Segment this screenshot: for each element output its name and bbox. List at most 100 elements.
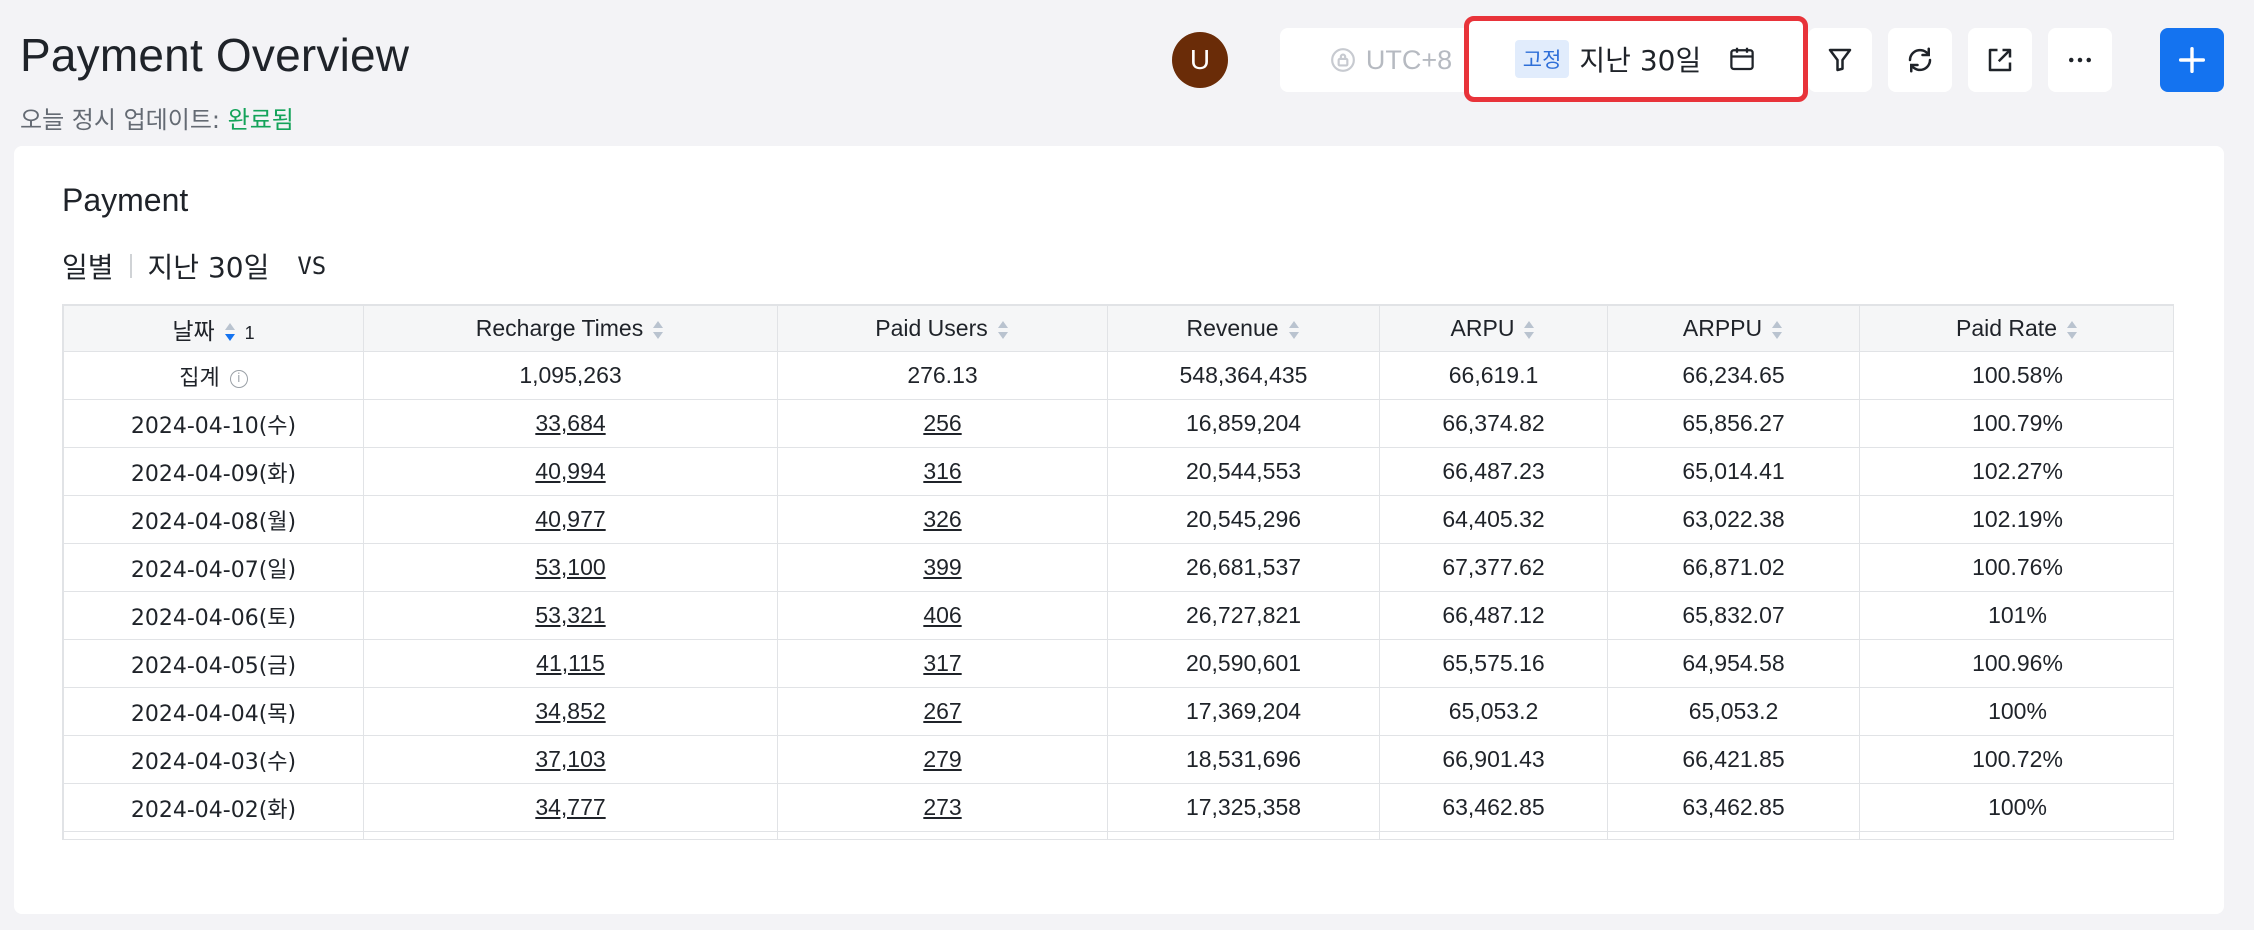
table-cell: 2024-04-02(화) xyxy=(63,783,364,832)
table-cell[interactable]: 326 xyxy=(777,495,1108,544)
cell-value: 66,901.43 xyxy=(1442,746,1545,772)
table-cell[interactable]: 317 xyxy=(777,639,1108,688)
table-cell xyxy=(363,831,778,839)
table-cell[interactable]: 34,852 xyxy=(363,687,778,736)
cell-link[interactable]: 399 xyxy=(923,554,961,580)
table-cell[interactable]: 273 xyxy=(777,783,1108,832)
avatar[interactable]: U xyxy=(1172,32,1228,88)
column-header-label: 날짜 xyxy=(172,317,215,344)
table-cell[interactable]: 316 xyxy=(777,447,1108,496)
payment-table: 날짜 1 Recharge Times Paid Users Revenue ARPU AR… xyxy=(63,305,2173,839)
more-button[interactable] xyxy=(2048,28,2112,92)
cell-value: 65,053.2 xyxy=(1688,698,1779,724)
cell-link[interactable]: 406 xyxy=(923,602,961,628)
cell-link[interactable]: 279 xyxy=(923,746,961,772)
table-cell[interactable]: 406 xyxy=(777,591,1108,640)
cell-link[interactable]: 37,103 xyxy=(535,746,605,772)
table-cell: 16,859,204 xyxy=(1107,399,1380,448)
cell-link[interactable]: 273 xyxy=(923,794,961,820)
table-cell[interactable]: 279 xyxy=(777,735,1108,784)
cell-link[interactable]: 41,115 xyxy=(536,650,605,676)
cell-value: 집계 xyxy=(179,365,220,391)
cell-link[interactable]: 256 xyxy=(923,410,961,436)
table-cell: 66,871.02 xyxy=(1607,543,1860,592)
column-header[interactable]: ARPPU xyxy=(1607,305,1860,352)
payment-table-container[interactable]: 날짜 1 Recharge Times Paid Users Revenue ARPU AR… xyxy=(62,304,2174,840)
cell-value: 65,575.16 xyxy=(1442,650,1545,676)
table-cell[interactable]: 40,994 xyxy=(363,447,778,496)
table-cell[interactable]: 53,321 xyxy=(363,591,778,640)
table-cell xyxy=(1379,831,1608,839)
column-header[interactable]: Paid Users xyxy=(777,305,1108,352)
cell-value: 66,421.85 xyxy=(1682,746,1785,772)
cell-value: 66,487.12 xyxy=(1442,602,1545,628)
table-cell: 집계 i xyxy=(63,351,364,400)
table-cell: 17,325,358 xyxy=(1107,783,1380,832)
table-cell[interactable]: 40,977 xyxy=(363,495,778,544)
column-header[interactable]: Paid Rate xyxy=(1859,305,2173,352)
filter-icon xyxy=(1828,48,1852,72)
table-cell: 67,377.62 xyxy=(1379,543,1608,592)
table-cell[interactable]: 33,684 xyxy=(363,399,778,448)
timezone-label: UTC+8 xyxy=(1365,44,1453,75)
cell-value: 2024-04-02(화) xyxy=(130,797,297,823)
table-cell: 65,053.2 xyxy=(1607,687,1860,736)
compare-label[interactable]: VS xyxy=(297,252,326,280)
cell-link[interactable]: 34,777 xyxy=(535,794,605,820)
cell-value: 2024-04-03(수) xyxy=(130,749,297,775)
table-cell[interactable]: 399 xyxy=(777,543,1108,592)
card-range-label[interactable]: 지난 30일 xyxy=(148,246,270,286)
cell-value: 66,374.82 xyxy=(1442,410,1545,436)
table-cell[interactable]: 41,115 xyxy=(363,639,778,688)
table-cell: 100.58% xyxy=(1859,351,2173,400)
table-cell[interactable]: 37,103 xyxy=(363,735,778,784)
sort-icon xyxy=(1288,320,1299,339)
cell-link[interactable]: 53,321 xyxy=(535,602,605,628)
cell-link[interactable]: 40,994 xyxy=(535,458,605,484)
cell-value: 17,325,358 xyxy=(1185,794,1302,820)
info-icon[interactable]: i xyxy=(229,369,248,388)
filter-button[interactable] xyxy=(1808,28,1872,92)
cell-link[interactable]: 267 xyxy=(923,698,961,724)
cell-value: 66,619.1 xyxy=(1448,362,1539,388)
export-button[interactable] xyxy=(1968,28,2032,92)
cell-value: 1,095,263 xyxy=(519,362,622,388)
table-cell[interactable]: 267 xyxy=(777,687,1108,736)
cell-link[interactable]: 34,852 xyxy=(535,698,605,724)
cell-value: 26,681,537 xyxy=(1185,554,1302,580)
table-cell: 66,901.43 xyxy=(1379,735,1608,784)
table-cell[interactable]: 53,100 xyxy=(363,543,778,592)
calendar-icon xyxy=(1730,47,1754,71)
granularity-label[interactable]: 일별 xyxy=(62,246,114,286)
cell-value: 2024-04-05(금) xyxy=(130,653,297,679)
table-cell[interactable]: 256 xyxy=(777,399,1108,448)
date-range-picker[interactable]: 고정 지난 30일 xyxy=(1464,16,1808,102)
column-header[interactable]: Recharge Times xyxy=(363,305,778,352)
cell-link[interactable]: 53,100 xyxy=(535,554,605,580)
table-cell: 20,590,601 xyxy=(1107,639,1380,688)
table-cell: 100.76% xyxy=(1859,543,2173,592)
refresh-button[interactable] xyxy=(1888,28,1952,92)
cell-link[interactable]: 40,977 xyxy=(535,506,605,532)
cell-value: 100.58% xyxy=(1972,362,2063,388)
page-title: Payment Overview xyxy=(20,29,410,81)
cell-link[interactable]: 316 xyxy=(923,458,961,484)
cell-link[interactable]: 317 xyxy=(923,650,961,676)
cell-link[interactable]: 33,684 xyxy=(535,410,605,436)
cell-value: 100.79% xyxy=(1972,410,2063,436)
update-status-label: 오늘 정시 업데이트: xyxy=(20,106,228,134)
column-header[interactable]: 날짜 1 xyxy=(63,305,364,352)
table-cell[interactable]: 34,777 xyxy=(363,783,778,832)
column-header[interactable]: Revenue xyxy=(1107,305,1380,352)
cell-link[interactable]: 326 xyxy=(923,506,961,532)
add-button[interactable] xyxy=(2160,28,2224,92)
cell-value: 100.96% xyxy=(1972,650,2063,676)
refresh-icon xyxy=(1908,47,1932,73)
column-header[interactable]: ARPU xyxy=(1379,305,1608,352)
table-cell: 65,014.41 xyxy=(1607,447,1860,496)
table-cell: 2024-04-10(수) xyxy=(63,399,364,448)
table-cell: 102.27% xyxy=(1859,447,2173,496)
cell-value: 64,954.58 xyxy=(1682,650,1785,676)
table-cell: 102.19% xyxy=(1859,495,2173,544)
table-cell: 100% xyxy=(1859,783,2173,832)
